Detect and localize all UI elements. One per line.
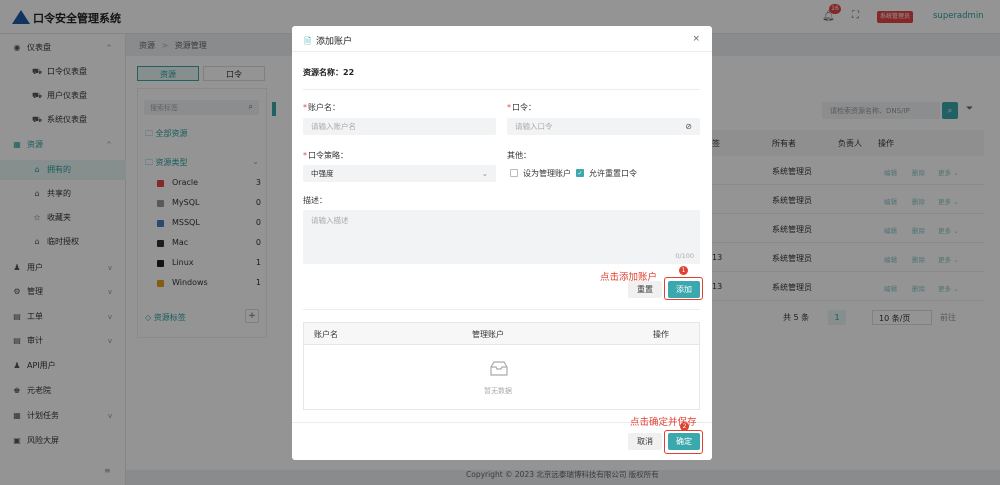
policy-label: *口令策略： — [303, 151, 348, 160]
account-table-header: 账户名 管理账户 操作 — [304, 323, 699, 345]
reset-button[interactable]: 重置 — [628, 281, 662, 298]
close-icon[interactable]: × — [692, 34, 700, 44]
password-input[interactable]: 请输入口令 ⊘ — [507, 118, 700, 135]
other-label: 其他： — [507, 151, 531, 160]
col-account: 账户名 — [314, 330, 338, 339]
divider — [292, 51, 712, 52]
highlight-add — [664, 277, 703, 300]
account-input[interactable]: 请输入账户名 — [303, 118, 496, 135]
resource-name: 资源名称：22 — [303, 68, 355, 77]
desc-textarea[interactable]: 请输入描述 0/100 — [303, 210, 700, 264]
desc-count: 0/100 — [675, 252, 694, 260]
policy-select[interactable]: 中强度 ⌄ — [303, 165, 496, 182]
col-ops: 操作 — [653, 330, 669, 339]
allow-reset-label: 允许重置口令 — [589, 169, 637, 178]
col-manage: 管理账户 — [472, 330, 504, 339]
empty-box-icon — [488, 359, 510, 377]
allow-reset-checkbox[interactable]: ✓ — [576, 169, 584, 177]
annotation-badge-1: 1 — [679, 266, 688, 275]
manage-account-label: 设为管理账户 — [523, 169, 571, 178]
doc-icon: 🗎︎ — [304, 37, 312, 47]
chevron-down-icon: ⌄ — [481, 169, 488, 178]
divider — [303, 89, 700, 90]
divider — [303, 309, 700, 310]
highlight-confirm — [664, 430, 703, 454]
empty-text: 暂无数据 — [484, 387, 512, 395]
account-label: *账户名： — [303, 103, 340, 112]
desc-placeholder: 请输入描述 — [311, 216, 349, 225]
dialog-title: 添加账户 — [316, 37, 353, 47]
desc-label: 描述： — [303, 196, 327, 205]
cancel-button[interactable]: 取消 — [628, 433, 662, 450]
add-account-dialog: 🗎︎ 添加账户 × 资源名称：22 *账户名： 请输入账户名 *口令： 请输入口… — [292, 26, 712, 460]
password-label: *口令： — [507, 103, 536, 112]
eye-off-icon[interactable]: ⊘ — [685, 118, 692, 135]
account-table: 账户名 管理账户 操作 暂无数据 — [303, 322, 700, 410]
manage-account-checkbox[interactable] — [510, 169, 518, 177]
annotation-add: 点击添加账户 — [600, 272, 658, 283]
